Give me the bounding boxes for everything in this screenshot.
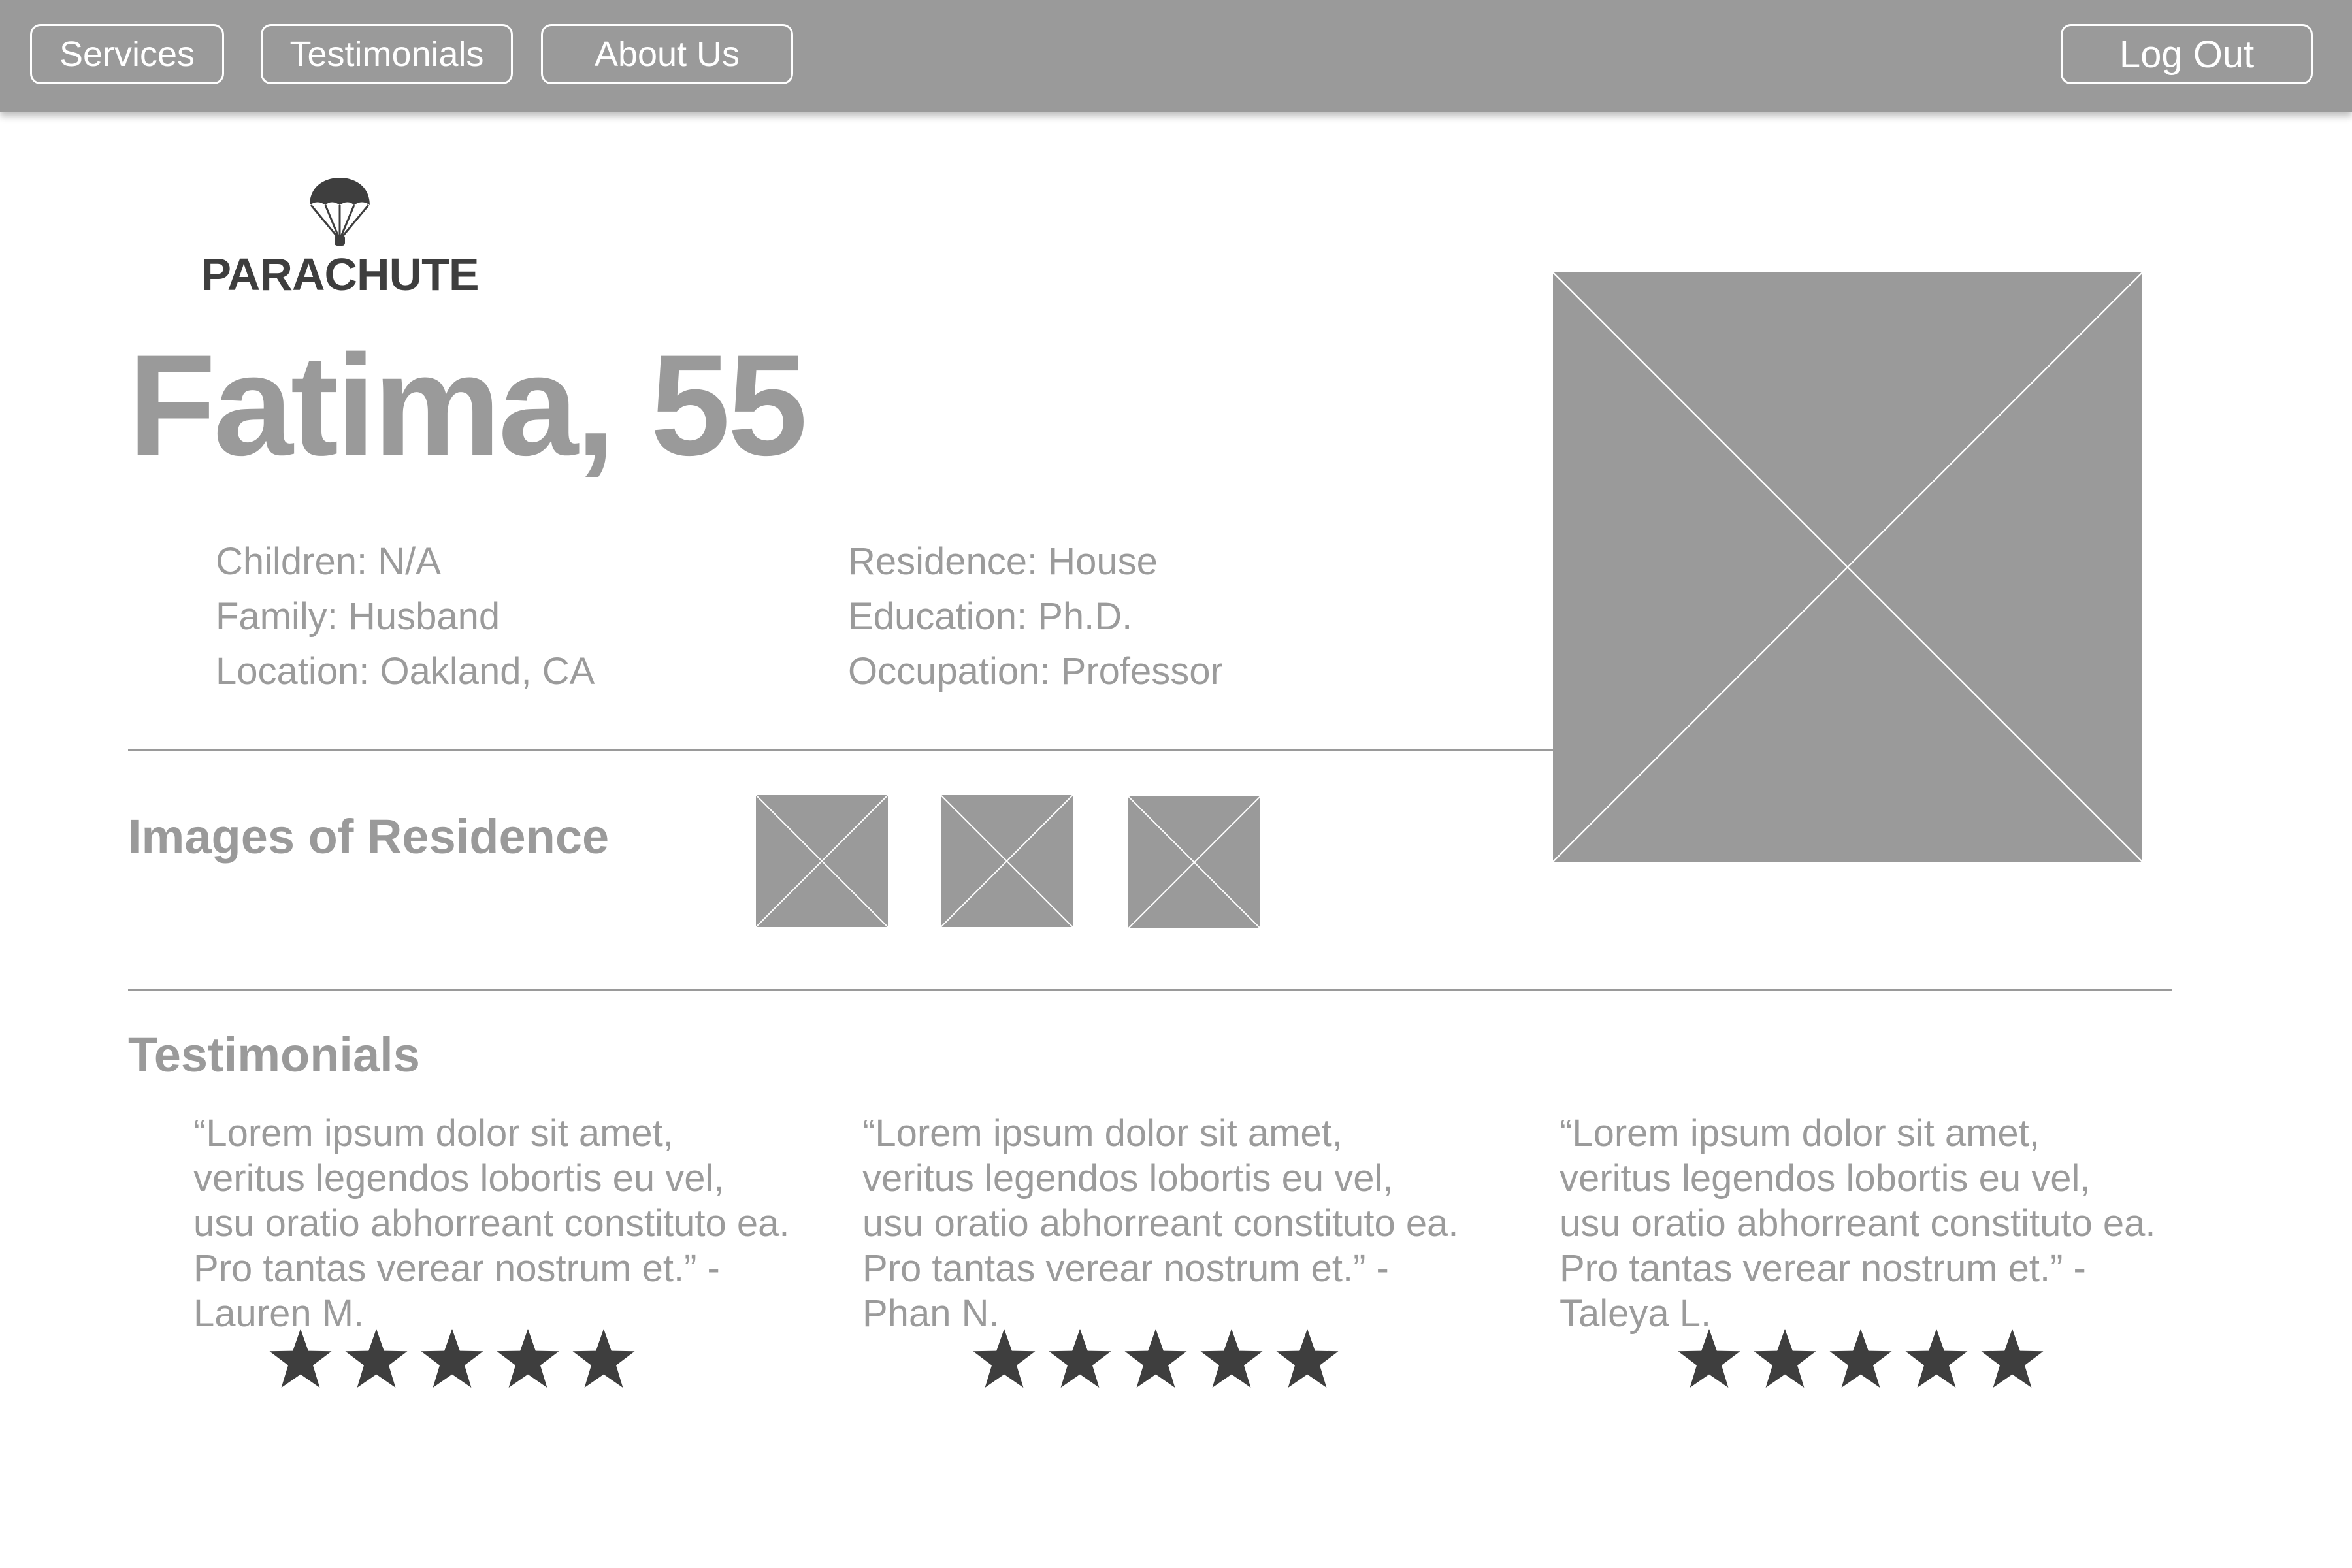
star-icon (495, 1326, 561, 1392)
residence-section-title: Images of Residence (128, 809, 610, 864)
residence-image-placeholder[interactable] (941, 795, 1073, 927)
profile-details-right: Residence: House Education: Ph.D. Occupa… (848, 534, 1223, 699)
detail-occupation: Occupation: Professor (848, 650, 1223, 693)
testimonial-card: “Lorem ipsum dolor sit amet, veritus leg… (862, 1111, 1463, 1336)
star-rating (1676, 1326, 2045, 1392)
star-icon (1752, 1326, 1818, 1392)
testimonial-card: “Lorem ipsum dolor sit amet, veritus leg… (193, 1111, 794, 1336)
star-rating (268, 1326, 636, 1392)
star-icon (1828, 1326, 1893, 1392)
detail-residence: Residence: House (848, 540, 1158, 583)
star-icon (344, 1326, 409, 1392)
star-icon (571, 1326, 636, 1392)
detail-location: Location: Oakland, CA (216, 650, 595, 693)
star-rating (972, 1326, 1340, 1392)
star-icon (1047, 1326, 1113, 1392)
nav-services-button[interactable]: Services (30, 24, 224, 84)
star-icon (1980, 1326, 2045, 1392)
logo-wordmark: PARACHUTE (201, 249, 479, 300)
star-icon (1275, 1326, 1340, 1392)
star-icon (268, 1326, 333, 1392)
star-icon (972, 1326, 1037, 1392)
detail-family: Family: Husband (216, 595, 500, 638)
testimonial-quote: “Lorem ipsum dolor sit amet, veritus leg… (1560, 1112, 2156, 1335)
detail-education: Education: Ph.D. (848, 595, 1133, 638)
residence-image-placeholder[interactable] (756, 795, 888, 927)
star-icon (1199, 1326, 1264, 1392)
nav-testimonials-button[interactable]: Testimonials (261, 24, 513, 84)
testimonial-card: “Lorem ipsum dolor sit amet, veritus leg… (1560, 1111, 2161, 1336)
top-nav-bar: Services Testimonials About Us Log Out (0, 0, 2352, 112)
section-divider (128, 749, 1553, 751)
star-icon (1904, 1326, 1969, 1392)
residence-image-placeholder[interactable] (1128, 796, 1260, 928)
star-icon (1676, 1326, 1742, 1392)
parachute-logo[interactable]: PARACHUTE (196, 176, 483, 301)
log-out-button[interactable]: Log Out (2061, 24, 2313, 84)
detail-children: Children: N/A (216, 540, 441, 583)
profile-name-heading: Fatima, 55 (128, 325, 808, 485)
star-icon (419, 1326, 485, 1392)
parachute-icon (310, 178, 370, 246)
nav-about-us-button[interactable]: About Us (541, 24, 793, 84)
testimonials-section-title: Testimonials (128, 1028, 420, 1082)
profile-page: Services Testimonials About Us Log Out P… (0, 0, 2352, 1568)
star-icon (1123, 1326, 1188, 1392)
testimonial-quote: “Lorem ipsum dolor sit amet, veritus leg… (193, 1112, 790, 1335)
section-divider (128, 989, 2172, 991)
testimonial-quote: “Lorem ipsum dolor sit amet, veritus leg… (862, 1112, 1459, 1335)
profile-photo-placeholder (1553, 272, 2142, 862)
profile-details-left: Children: N/A Family: Husband Location: … (216, 534, 595, 699)
